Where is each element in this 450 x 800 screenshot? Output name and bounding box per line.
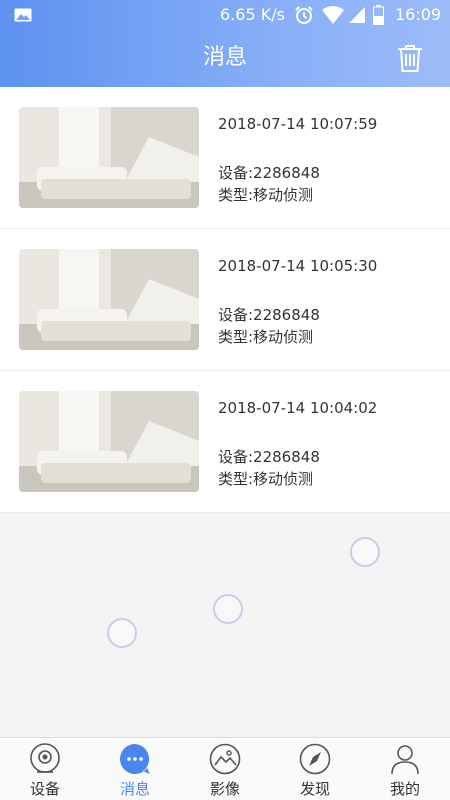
tab-messages[interactable]: 消息 [90,738,180,800]
snapshot-thumbnail[interactable] [19,249,199,350]
message-list: 2018-07-14 10:07:59 设备:2286848 类型:移动侦测 2… [0,87,450,513]
message-time: 2018-07-14 10:07:59 [218,115,378,133]
message-item[interactable]: 2018-07-14 10:04:02 设备:2286848 类型:移动侦测 [0,371,450,513]
trash-icon[interactable] [395,43,425,73]
compass-icon [299,743,331,775]
clock: 16:09 [395,5,442,24]
touch-indicator [213,594,243,624]
message-type: 类型:移动侦测 [218,470,314,488]
app-header: 6.65 K/s 16:09 消息 [0,0,450,87]
touch-indicator [107,618,137,648]
tab-label: 消息 [119,780,150,798]
message-type: 类型:移动侦测 [218,186,314,204]
page-title: 消息 [202,45,247,70]
tab-mine[interactable]: 我的 [360,738,450,800]
snapshot-thumbnail[interactable] [19,107,199,208]
tab-label: 发现 [299,780,330,798]
wifi-icon [322,6,344,24]
chat-bubble-icon [120,744,150,774]
camera-icon [30,743,60,773]
tab-discover[interactable]: 发现 [270,738,360,800]
message-device: 设备:2286848 [218,164,320,182]
message-type: 类型:移动侦测 [218,328,314,346]
tab-gallery[interactable]: 影像 [180,738,270,800]
message-item[interactable]: 2018-07-14 10:07:59 设备:2286848 类型:移动侦测 [0,87,450,229]
message-device: 设备:2286848 [218,306,320,324]
touch-indicator [350,537,380,567]
tab-label: 影像 [209,780,240,798]
network-speed: 6.65 K/s [220,5,285,24]
tab-device[interactable]: 设备 [0,738,90,800]
snapshot-thumbnail[interactable] [19,391,199,492]
message-item[interactable]: 2018-07-14 10:05:30 设备:2286848 类型:移动侦测 [0,229,450,371]
message-time: 2018-07-14 10:05:30 [218,257,378,275]
battery-icon [373,5,384,25]
status-bar: 6.65 K/s 16:09 [0,0,450,30]
person-icon [391,745,419,775]
message-device: 设备:2286848 [218,448,320,466]
image-notification-icon [14,8,32,22]
tab-label: 我的 [389,780,420,798]
bottom-tab-bar: 设备 消息 影像 发现 我的 [0,737,450,800]
signal-icon [349,7,365,23]
alarm-icon [295,6,313,24]
message-time: 2018-07-14 10:04:02 [218,399,378,417]
tab-label: 设备 [29,780,60,798]
gallery-icon [209,743,241,775]
